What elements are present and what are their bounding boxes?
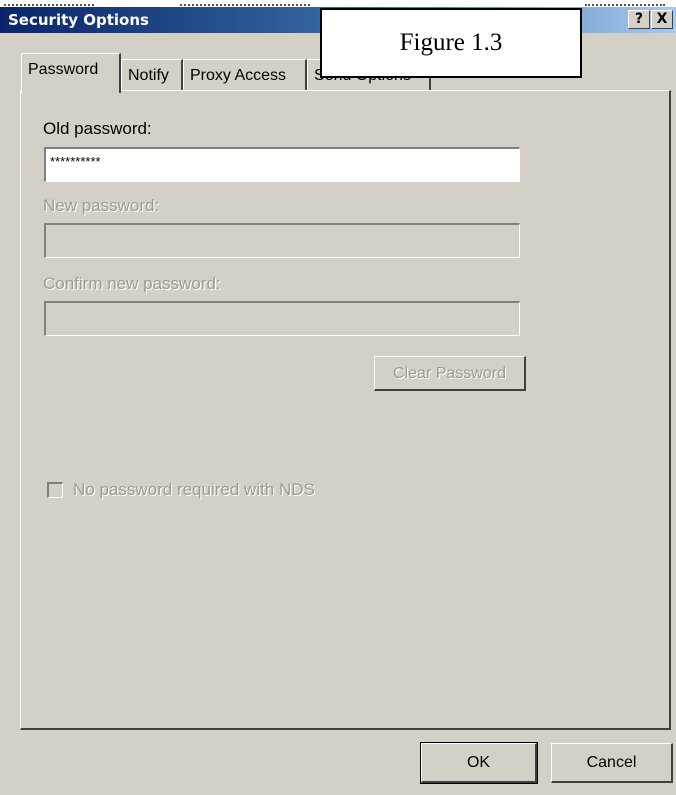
tab-proxy-access-label: Proxy Access — [190, 67, 287, 84]
tab-notify-label: Notify — [128, 67, 169, 84]
close-button[interactable]: X — [651, 10, 673, 29]
old-password-field[interactable]: ********** — [44, 147, 520, 182]
tab-password-label: Password — [28, 61, 99, 78]
window-title: Security Options — [8, 11, 149, 29]
figure-caption: Figure 1.3 — [320, 8, 582, 78]
tab-proxy-access[interactable]: Proxy Access — [183, 59, 307, 91]
cancel-button[interactable]: Cancel — [551, 743, 673, 783]
password-tab-panel: Old password: ********** New password: C… — [20, 90, 671, 730]
new-password-field[interactable] — [44, 223, 520, 258]
nds-checkbox-label: No password required with NDS — [73, 480, 315, 499]
tab-password[interactable]: Password — [21, 53, 121, 93]
ok-button[interactable]: OK — [420, 742, 538, 784]
security-options-dialog: Security Options ? X Notify Proxy Access… — [0, 0, 676, 795]
background-window-strip — [0, 0, 676, 7]
figure-caption-text: Figure 1.3 — [399, 29, 503, 56]
help-button[interactable]: ? — [628, 10, 650, 29]
clear-password-button[interactable]: Clear Password — [374, 356, 526, 391]
confirm-password-label: Confirm new password: — [43, 274, 221, 293]
new-password-label: New password: — [43, 196, 160, 215]
confirm-password-field[interactable] — [44, 301, 520, 336]
old-password-label: Old password: — [43, 119, 152, 138]
tab-notify[interactable]: Notify — [121, 59, 183, 91]
nds-checkbox[interactable] — [47, 482, 63, 498]
